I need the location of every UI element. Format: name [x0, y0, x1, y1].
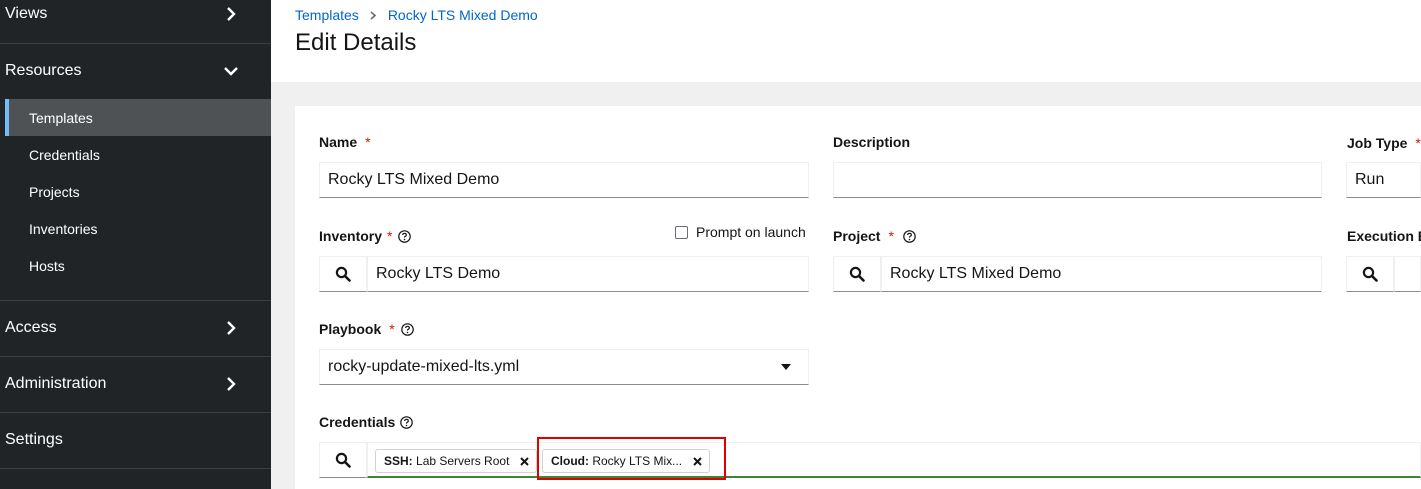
required-marker: *	[365, 134, 371, 150]
sidebar-item-label: Projects	[29, 183, 80, 200]
search-icon	[335, 452, 351, 468]
execution-environment-label-text: Execution E	[1347, 228, 1421, 244]
chevron-down-icon	[224, 64, 238, 78]
nav-group-administration-label: Administration	[5, 375, 107, 392]
required-marker: *	[387, 228, 393, 244]
chip-name: Rocky LTS Mix...	[592, 454, 683, 468]
nav-group-resources-label: Resources	[5, 62, 82, 79]
chip-type: SSH:	[384, 454, 413, 468]
inventory-label-text: Inventory	[319, 228, 383, 244]
required-marker: *	[1415, 135, 1421, 151]
chevron-right-icon	[370, 10, 376, 20]
search-icon	[1362, 266, 1378, 282]
inventory-input[interactable]: Rocky LTS Demo	[367, 256, 809, 292]
project-label-text: Project	[833, 228, 881, 244]
sidebar-item-label: Templates	[29, 109, 93, 126]
page-header: Templates Rocky LTS Mixed Demo Edit Deta…	[271, 0, 1421, 82]
help-icon[interactable]	[400, 415, 414, 429]
page-title: Edit Details	[295, 29, 417, 56]
inventory-search-button[interactable]	[319, 256, 367, 292]
credentials-search-button[interactable]	[319, 442, 367, 478]
chevron-right-icon	[224, 377, 238, 391]
close-icon[interactable]	[519, 456, 529, 466]
project-input[interactable]: Rocky LTS Mixed Demo	[881, 256, 1322, 292]
nav-group-views[interactable]: Views	[0, 0, 271, 42]
description-label: Description	[833, 134, 910, 150]
nav-group-administration[interactable]: Administration	[0, 356, 271, 412]
inventory-label: Inventory *	[319, 228, 412, 244]
search-icon	[335, 266, 351, 282]
job-type-select[interactable]: Run	[1346, 162, 1421, 198]
divider	[0, 468, 271, 469]
project-search-button[interactable]	[833, 256, 881, 292]
job-type-label: Job Type *	[1347, 135, 1421, 151]
name-label-text: Name	[319, 134, 358, 150]
playbook-value: rocky-update-mixed-lts.yml	[328, 358, 520, 375]
playbook-label-text: Playbook	[319, 321, 382, 337]
playbook-select[interactable]: rocky-update-mixed-lts.yml	[319, 349, 809, 385]
sidebar-item-projects[interactable]: Projects	[5, 173, 271, 210]
sidebar-item-templates[interactable]: Templates	[5, 99, 271, 136]
sidebar-item-inventories[interactable]: Inventories	[5, 210, 271, 247]
sidebar-item-label: Hosts	[29, 257, 65, 274]
project-label: Project *	[833, 228, 916, 244]
name-label: Name *	[319, 134, 371, 150]
caret-down-icon	[781, 364, 791, 370]
help-icon[interactable]	[398, 229, 412, 243]
required-marker: *	[389, 321, 395, 337]
description-input[interactable]	[833, 162, 1322, 198]
prompt-on-launch-checkbox[interactable]	[675, 225, 688, 239]
nav-group-access[interactable]: Access	[0, 300, 271, 356]
nav-group-access-label: Access	[5, 319, 57, 336]
credentials-label: Credentials	[319, 414, 414, 430]
job-type-value: Run	[1355, 171, 1385, 188]
credentials-label-text: Credentials	[319, 414, 396, 430]
execution-environment-search-button[interactable]	[1346, 256, 1394, 292]
playbook-label: Playbook *	[319, 321, 414, 337]
breadcrumb-current-link[interactable]: Rocky LTS Mixed Demo	[388, 7, 538, 23]
close-icon[interactable]	[692, 456, 702, 466]
nav-group-settings[interactable]: Settings	[0, 412, 271, 468]
prompt-on-launch[interactable]: Prompt on launch	[675, 224, 806, 240]
nav-group-views-label: Views	[5, 5, 48, 22]
execution-environment-label: Execution E	[1347, 228, 1421, 244]
help-icon[interactable]	[903, 229, 916, 243]
name-input[interactable]: Rocky LTS Mixed Demo	[319, 162, 809, 198]
nav-group-settings-label: Settings	[5, 431, 63, 448]
chevron-right-icon	[224, 321, 238, 335]
nav-group-resources[interactable]: Resources	[0, 43, 271, 99]
execution-environment-input[interactable]	[1394, 256, 1421, 292]
search-icon	[849, 266, 865, 282]
sidebar-item-hosts[interactable]: Hosts	[5, 247, 271, 284]
chip-name: Lab Servers Root	[416, 454, 510, 468]
sidebar-item-label: Credentials	[29, 146, 100, 163]
sidebar: Views Resources Templates Credentials Pr…	[0, 0, 271, 489]
job-type-label-text: Job Type	[1347, 135, 1408, 151]
description-label-text: Description	[833, 134, 911, 150]
chip-type: Cloud:	[551, 454, 589, 468]
sidebar-item-label: Inventories	[29, 220, 98, 237]
credential-chip-ssh: SSH: Lab Servers Root	[375, 449, 538, 473]
required-marker: *	[888, 228, 894, 244]
breadcrumb: Templates Rocky LTS Mixed Demo	[295, 7, 538, 23]
breadcrumb-templates-link[interactable]: Templates	[295, 7, 359, 23]
credential-chip-cloud: Cloud: Rocky LTS Mix...	[542, 449, 711, 473]
chevron-right-icon	[224, 7, 238, 21]
sidebar-item-credentials[interactable]: Credentials	[5, 136, 271, 173]
help-icon[interactable]	[400, 322, 414, 336]
prompt-on-launch-label: Prompt on launch	[696, 224, 806, 240]
